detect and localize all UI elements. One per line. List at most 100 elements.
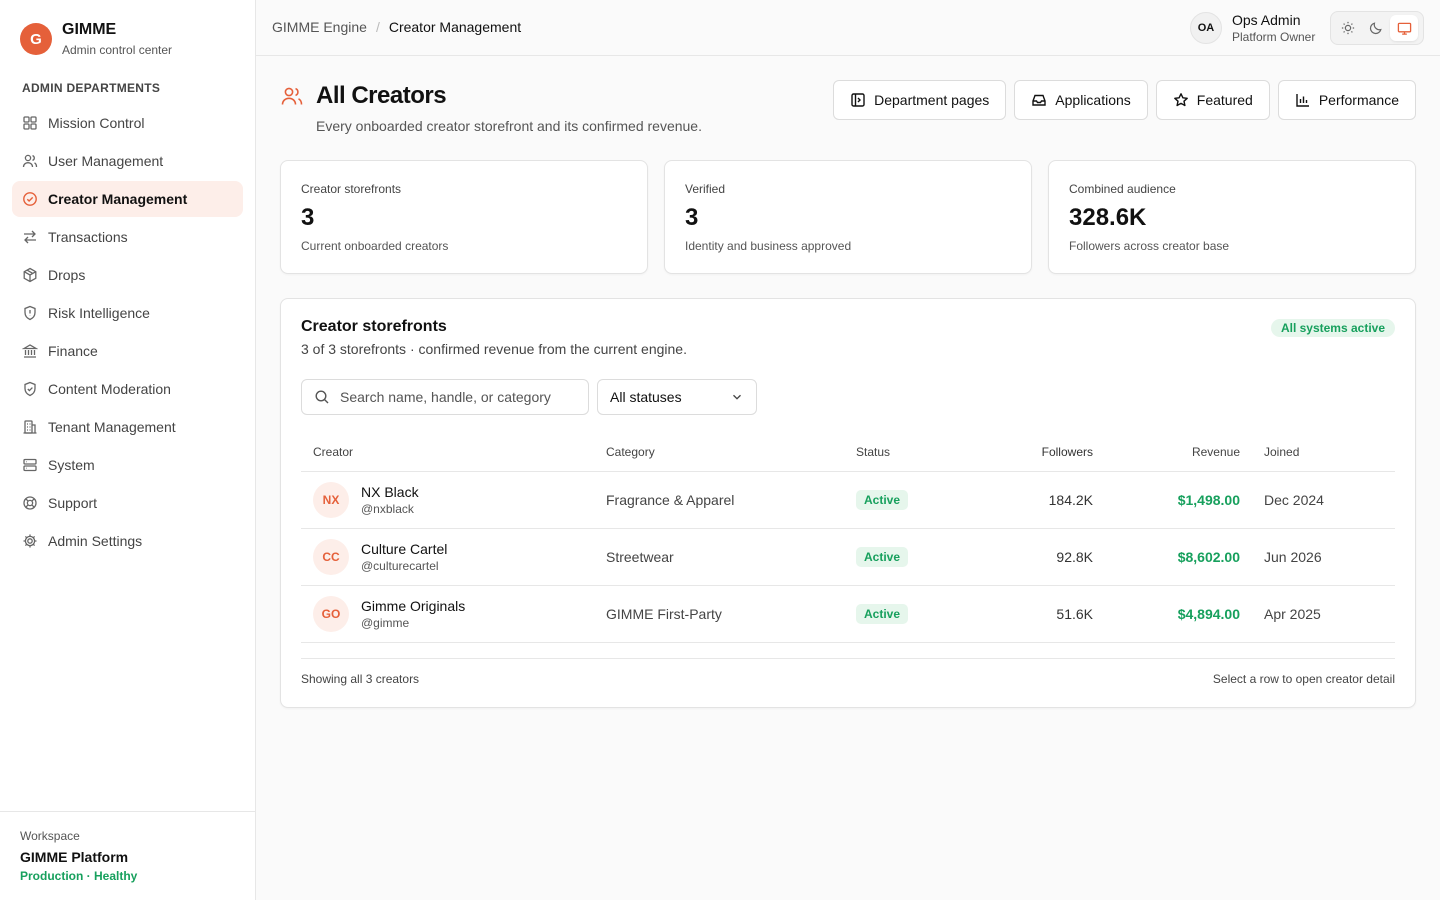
avatar: CC [313, 539, 349, 575]
chevron-down-icon [730, 390, 744, 404]
search-box [301, 379, 589, 415]
column-header-followers[interactable]: Followers [986, 445, 1093, 459]
panel-icon [850, 92, 866, 108]
creator-name: Culture Cartel [361, 541, 448, 557]
user-name: Ops Admin [1232, 12, 1301, 28]
brand-logo: G [20, 23, 52, 55]
creator-name: Gimme Originals [361, 598, 466, 614]
creator-handle: @culturecartel [361, 559, 439, 573]
search-input[interactable] [340, 389, 570, 405]
creator-joined: Apr 2025 [1264, 606, 1321, 622]
column-header-creator[interactable]: Creator [301, 445, 606, 459]
sidebar-item-creator-management[interactable]: Creator Management [12, 181, 243, 217]
sidebar-item-system[interactable]: System [12, 447, 243, 483]
button-label: Performance [1318, 92, 1399, 108]
stat-hint: Identity and business approved [685, 239, 852, 253]
star-icon [1173, 92, 1189, 108]
bank-icon [22, 343, 38, 359]
sidebar-item-mission-control[interactable]: Mission Control [12, 105, 243, 141]
featured-button[interactable]: Featured [1155, 80, 1270, 120]
moon-icon [1369, 21, 1383, 35]
sidebar-item-tenant-management[interactable]: Tenant Management [12, 409, 243, 445]
sidebar-item-support[interactable]: Support [12, 485, 243, 521]
sidebar-item-label: Creator Management [48, 191, 188, 207]
sidebar-item-user-management[interactable]: User Management [12, 143, 243, 179]
sidebar-item-label: User Management [48, 153, 164, 169]
table-row[interactable]: GO Gimme Originals @gimme GIMME First-Pa… [301, 586, 1395, 643]
column-header-joined[interactable]: Joined [1240, 445, 1395, 459]
stat-hint: Followers across creator base [1069, 239, 1230, 253]
sidebar-item-label: System [48, 457, 95, 473]
stat-label: Combined audience [1069, 182, 1176, 196]
status-badge: Active [856, 547, 909, 567]
workspace-label: Workspace [20, 829, 80, 843]
applications-button[interactable]: Applications [1014, 80, 1148, 120]
performance-button[interactable]: Performance [1277, 80, 1416, 120]
sidebar-item-label: Drops [48, 267, 86, 283]
sidebar-item-label: Content Moderation [48, 381, 171, 397]
sidebar-item-content-moderation[interactable]: Content Moderation [12, 371, 243, 407]
user-menu[interactable]: OA Ops Admin Platform Owner [1190, 12, 1315, 44]
stat-value: 3 [301, 204, 315, 231]
stat-value: 328.6K [1069, 204, 1147, 231]
stat-label: Verified [685, 182, 726, 196]
sidebar-item-label: Risk Intelligence [48, 305, 150, 321]
button-label: Applications [1055, 92, 1131, 108]
package-icon [22, 267, 38, 283]
avatar: OA [1190, 12, 1222, 44]
breadcrumb-separator: / [375, 19, 380, 35]
building-icon [22, 419, 38, 435]
status-filter-value: All statuses [610, 389, 682, 405]
status-badge: Active [856, 604, 909, 624]
table-footer: Showing all 3 creators Select a row to o… [301, 658, 1395, 686]
button-label: Department pages [874, 92, 990, 108]
users-icon [22, 153, 38, 169]
check-circle-icon [22, 191, 38, 207]
avatar: NX [313, 482, 349, 518]
column-header-status[interactable]: Status [856, 445, 986, 459]
sidebar-item-admin-settings[interactable]: Admin Settings [12, 523, 243, 559]
creator-handle: @gimme [361, 616, 410, 630]
column-header-revenue[interactable]: Revenue [1093, 445, 1240, 459]
sidebar-item-label: Tenant Management [48, 419, 176, 435]
shield-check-icon [22, 381, 38, 397]
page-title: All Creators [316, 82, 447, 109]
creator-revenue: $1,498.00 [1177, 492, 1240, 508]
theme-light-button[interactable] [1334, 15, 1362, 41]
gear-icon [22, 533, 38, 549]
table-count: Showing all 3 creators [301, 672, 420, 686]
breadcrumb-root[interactable]: GIMME Engine [272, 19, 367, 35]
arrows-swap-icon [22, 229, 38, 245]
users-icon [280, 84, 304, 108]
bar-chart-icon [1295, 92, 1311, 108]
sidebar-nav: Mission Control User Management Creator … [12, 105, 243, 561]
storefronts-title: Creator storefronts [301, 318, 447, 335]
sidebar-item-finance[interactable]: Finance [12, 333, 243, 369]
creator-category: Streetwear [606, 549, 674, 565]
brand[interactable]: G GIMME Admin control center [20, 20, 172, 58]
creator-name: NX Black [361, 484, 419, 500]
creator-revenue: $4,894.00 [1177, 606, 1240, 622]
sidebar-item-risk-intelligence[interactable]: Risk Intelligence [12, 295, 243, 331]
sidebar-item-label: Transactions [48, 229, 128, 245]
nav-heading: ADMIN DEPARTMENTS [22, 81, 161, 95]
status-filter-select[interactable]: All statuses [597, 379, 757, 415]
search-icon [314, 389, 330, 405]
status-badge: Active [856, 490, 909, 510]
table-row[interactable]: NX NX Black @nxblack Fragrance & Apparel… [301, 472, 1395, 529]
theme-dark-button[interactable] [1362, 15, 1390, 41]
theme-toggle [1330, 11, 1424, 45]
creator-revenue: $8,602.00 [1177, 549, 1240, 565]
table-row[interactable]: CC Culture Cartel @culturecartel Streetw… [301, 529, 1395, 586]
sidebar-item-transactions[interactable]: Transactions [12, 219, 243, 255]
stat-value: 3 [685, 204, 699, 231]
department-pages-button[interactable]: Department pages [833, 80, 1007, 120]
sun-icon [1341, 21, 1355, 35]
column-header-category[interactable]: Category [606, 445, 856, 459]
sidebar-item-drops[interactable]: Drops [12, 257, 243, 293]
theme-system-button[interactable] [1390, 15, 1418, 41]
lifebuoy-icon [22, 495, 38, 511]
stat-card-storefronts: Creator storefronts 3 Current onboarded … [280, 160, 648, 274]
sidebar-item-label: Support [48, 495, 98, 511]
creator-followers: 184.2K [1048, 492, 1093, 508]
